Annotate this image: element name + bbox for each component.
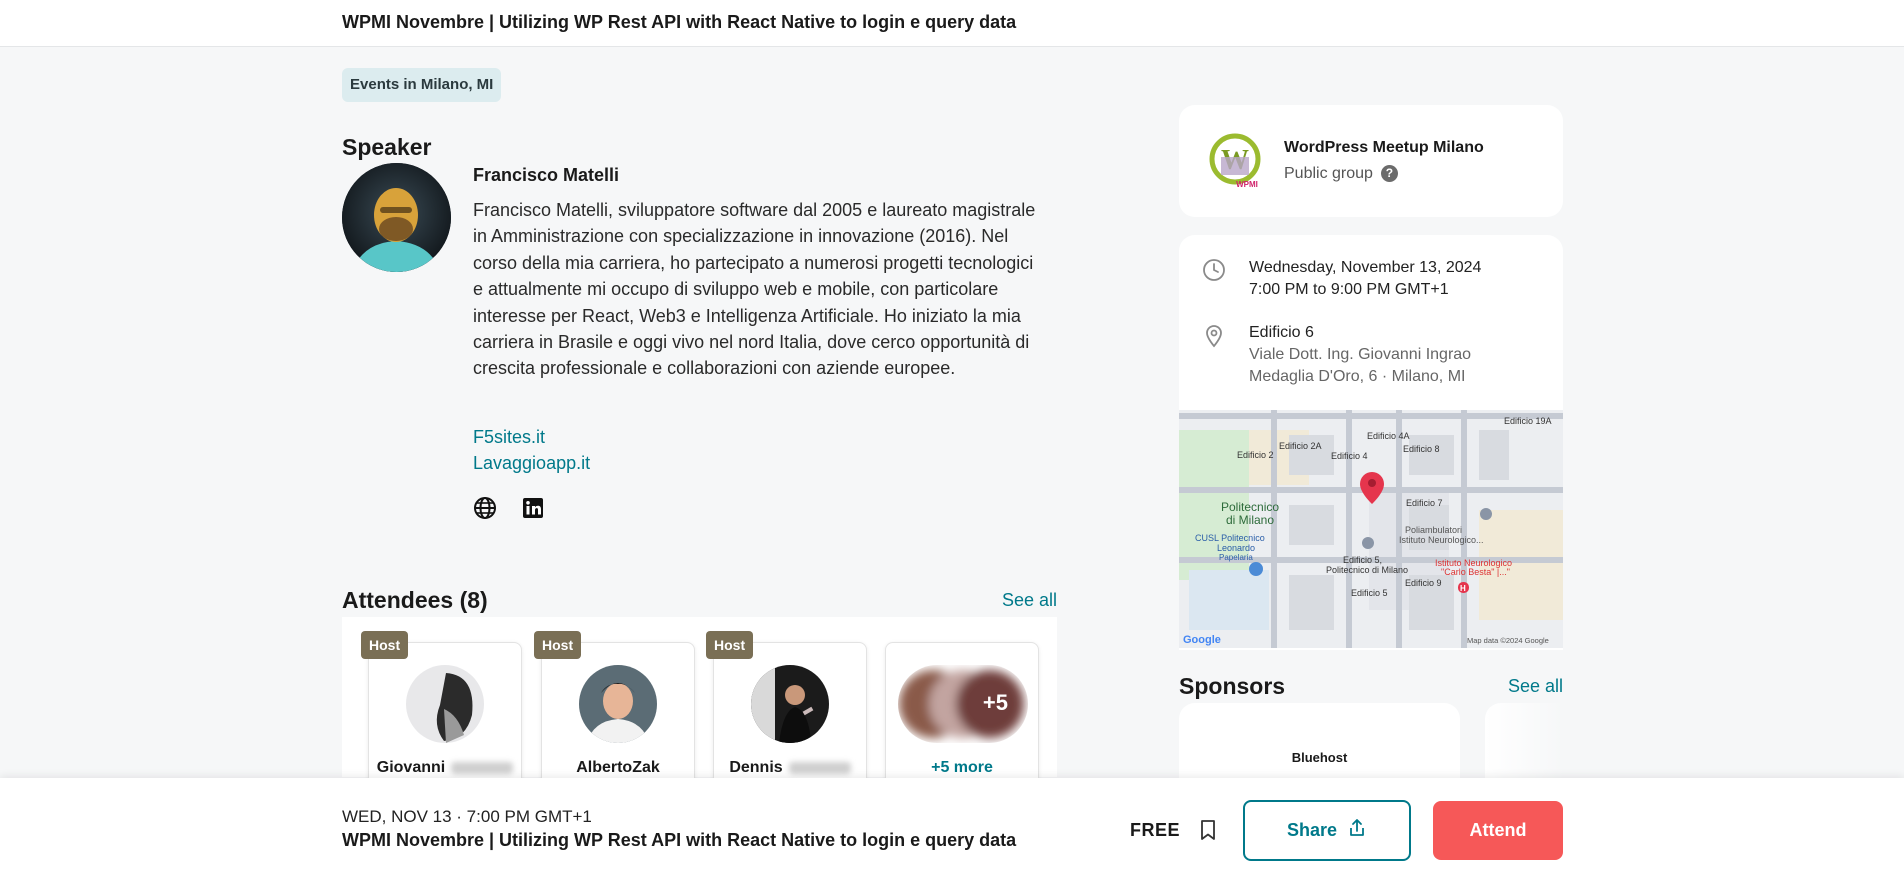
avatar [579, 665, 657, 743]
share-icon [1347, 818, 1367, 843]
map-label: Edificio 7 [1406, 498, 1443, 508]
globe-icon[interactable] [473, 496, 497, 520]
venue-name: Edificio 6 [1249, 324, 1314, 341]
event-details-panel: Wednesday, November 13, 2024 7:00 PM to … [1179, 235, 1563, 650]
attendee-card[interactable]: Host Giovanni [361, 631, 522, 792]
map-label: Edificio 2 [1237, 450, 1274, 460]
more-attendees-link[interactable]: +5 more [886, 759, 1038, 777]
linkedin-icon[interactable] [521, 496, 545, 520]
host-badge: Host [534, 631, 582, 659]
avatar-stack: +5 [898, 665, 1028, 743]
map-label: Edificio 8 [1403, 444, 1440, 454]
attendee-name: AlbertoZak [576, 759, 660, 776]
attendees-heading: Attendees (8) [342, 587, 488, 613]
map-label: Edificio 4 [1331, 451, 1368, 461]
host-badge: Host [706, 631, 754, 659]
speaker-bio: Francisco Matelli, sviluppatore software… [473, 200, 1036, 379]
share-label: Share [1286, 820, 1338, 840]
help-icon[interactable]: ? [1380, 165, 1398, 183]
bookmark-icon[interactable] [1196, 818, 1220, 842]
clock-icon [1202, 258, 1226, 287]
map-label: Edificio 19A [1504, 416, 1552, 426]
attendee-card[interactable]: Host AlbertoZak [534, 631, 695, 792]
venue-map[interactable]: Edificio 19A Edificio 4A Edificio 8 Edif… [1179, 410, 1563, 648]
event-date: Wednesday, November 13, 2024 [1249, 259, 1482, 276]
more-count: +5 [982, 690, 1008, 715]
event-time: 7:00 PM to 9:00 PM GMT+1 [1249, 281, 1449, 298]
map-attribution: Map data ©2024 Google [1467, 636, 1549, 645]
attendee-name: Giovanni [369, 759, 521, 777]
top-bar: WPMI Novembre | Utilizing WP Rest API wi… [0, 0, 1904, 47]
host-badge: Host [361, 631, 409, 659]
map-label: Edificio 5, [1343, 555, 1382, 565]
share-button[interactable]: Share [1243, 800, 1411, 861]
attendees-see-all-link[interactable]: See all [1002, 590, 1057, 611]
group-type: Public group? [1284, 165, 1398, 183]
map-label: CUSL Politecnico [1195, 533, 1265, 543]
sponsors-heading: Sponsors [1179, 673, 1286, 699]
group-name[interactable]: WordPress Meetup Milano [1284, 139, 1484, 157]
map-label: Leonardo [1217, 543, 1255, 553]
location-tag[interactable]: Events in Milano, MI [342, 68, 502, 102]
map-label: Edificio 4A [1367, 431, 1410, 441]
more-attendees-card[interactable]: +5 +5 more [885, 642, 1039, 792]
group-logo: WWPMI [1207, 133, 1263, 189]
map-label: Papelaria [1219, 553, 1253, 562]
venue-address-line2: Medaglia D'Oro, 6 · Milano, MI [1249, 368, 1466, 385]
map-label: Poliambulatori [1405, 525, 1462, 535]
speaker-heading: Speaker [342, 134, 432, 160]
svg-text:H: H [1460, 584, 1466, 593]
map-google-logo: Google [1183, 634, 1221, 646]
map-label: di Milano [1226, 513, 1274, 527]
event-title: WPMI Novembre | Utilizing WP Rest API wi… [342, 12, 1017, 32]
speaker-avatar [342, 163, 451, 272]
avatar [751, 665, 829, 743]
price-label: FREE [1130, 820, 1181, 840]
speaker-name: Francisco Matelli [473, 165, 620, 185]
group-logo-text: WPMI [1236, 180, 1258, 189]
map-label: Istituto Neurologico... [1399, 535, 1484, 545]
map-label: Edificio 9 [1405, 578, 1442, 588]
attendee-name: Dennis [714, 759, 866, 777]
attend-button[interactable]: Attend [1433, 801, 1563, 860]
bottom-event-date: WED, NOV 13 · 7:00 PM GMT+1 [342, 807, 592, 826]
map-label: "Carlo Besta" |..." [1441, 567, 1510, 577]
map-label: Politecnico di Milano [1326, 565, 1408, 575]
sponsors-see-all-link[interactable]: See all [1508, 676, 1563, 697]
venue-address-line1: Viale Dott. Ing. Giovanni Ingrao [1249, 346, 1472, 363]
map-label: Politecnico [1221, 500, 1279, 514]
attendee-card[interactable]: Host Dennis [706, 631, 867, 792]
group-panel[interactable]: WWPMI WordPress Meetup Milano Public gro… [1179, 105, 1563, 217]
speaker-link-lavaggioapp[interactable]: Lavaggioapp.it [473, 453, 590, 474]
sponsor-name: Bluehost [1291, 750, 1348, 765]
speaker-link-f5sites[interactable]: F5sites.it [473, 427, 545, 448]
map-label: Edificio 5 [1351, 588, 1388, 598]
bottom-action-bar: WED, NOV 13 · 7:00 PM GMT+1 WPMI Novembr… [0, 778, 1904, 882]
map-label: Edificio 2A [1279, 441, 1322, 451]
avatar [406, 665, 484, 743]
bottom-event-title: WPMI Novembre | Utilizing WP Rest API wi… [342, 830, 1017, 850]
location-pin-icon [1202, 324, 1226, 353]
